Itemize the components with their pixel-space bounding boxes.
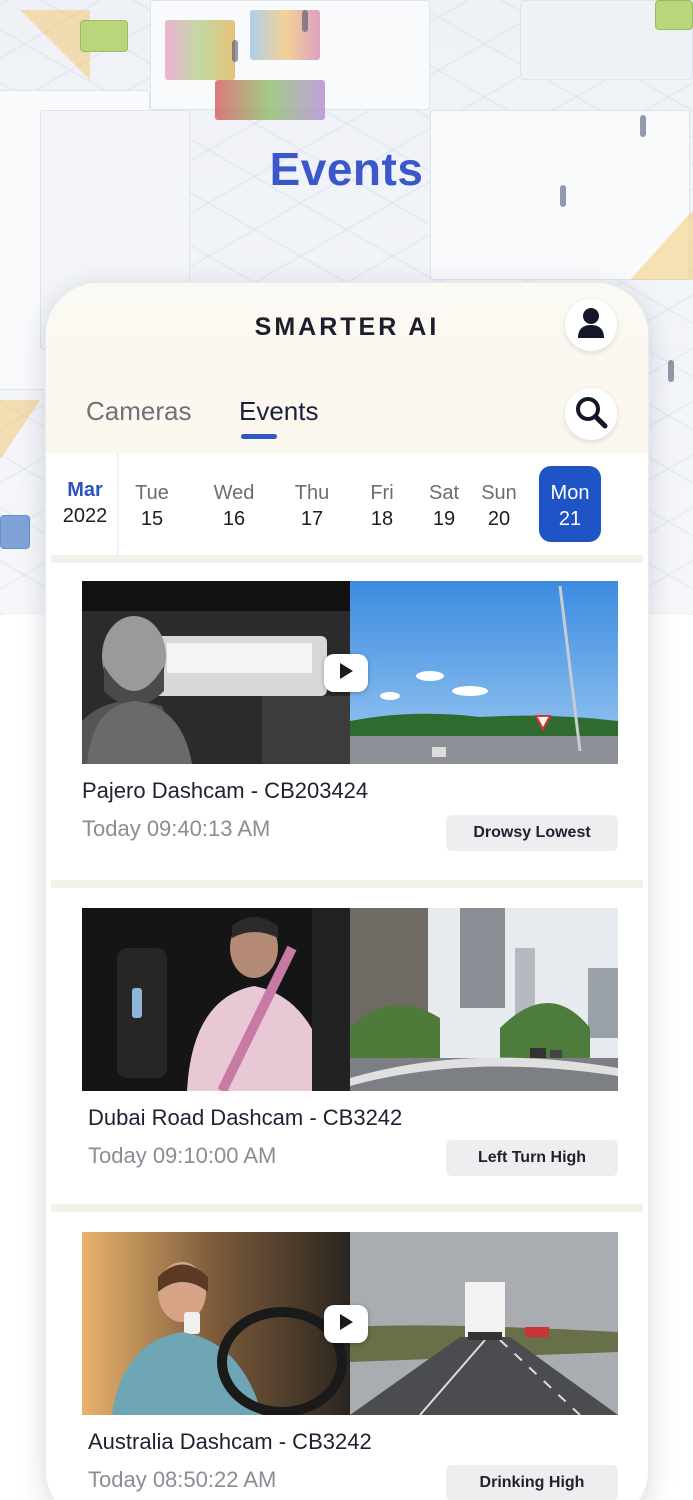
logo-text: SMARTER AI [254,313,440,341]
event-time: Today 08:50:22 AM [88,1467,277,1492]
cabin-camera-view [82,908,350,1091]
month-label[interactable]: Mar 2022 [51,453,119,555]
event-card[interactable]: Dubai Road Dashcam - CB3242 Today 09:10:… [51,888,643,1204]
event-type-badge: Left Turn High [446,1140,618,1176]
divider [51,880,643,888]
divider [51,1204,643,1212]
event-thumbnail[interactable] [82,1232,618,1415]
bg-camera-beam [630,210,693,280]
app-header: SMARTER AI Cameras Events [46,283,648,453]
day-thu[interactable]: Thu 17 [281,466,343,542]
event-thumbnail[interactable] [82,908,618,1091]
road-camera-view [350,908,618,1091]
brand-logo: SMARTER AI [46,313,648,342]
bg-person [668,360,674,382]
cabin-camera-view [82,1232,350,1415]
day-date: 18 [370,508,394,530]
day-name: Thu [294,482,330,504]
day-tue[interactable]: Tue 15 [121,466,183,542]
road-camera-view [350,1232,618,1415]
day-date: 21 [558,508,582,530]
day-sun[interactable]: Sun 20 [468,466,530,542]
month-name: Mar [67,479,103,501]
search-button[interactable] [565,388,617,440]
event-time: Today 09:40:13 AM [82,816,271,841]
event-type-badge: Drowsy Lowest [446,815,618,851]
user-icon [576,307,606,344]
day-name: Wed [213,482,255,504]
day-name: Tue [135,482,169,504]
tab-cameras[interactable]: Cameras [86,396,191,427]
event-type-badge: Drinking High [446,1465,618,1500]
page-title: Events [269,143,424,195]
profile-button[interactable] [565,299,617,351]
play-icon [338,1313,354,1336]
bg-car [655,0,693,30]
play-button[interactable] [324,654,368,692]
road-camera-view [350,581,618,764]
phone-frame: SMARTER AI Cameras Events Mar 2022 Tue 1… [46,283,648,1500]
cabin-camera-view [82,581,350,764]
event-title: Pajero Dashcam - CB203424 [82,778,369,803]
day-name: Sun [481,482,517,504]
month-year: 2022 [62,505,108,527]
divider [51,555,643,563]
bg-shelf [250,10,320,60]
day-name: Fri [370,482,394,504]
bg-camera-beam [0,400,40,460]
bg-car [0,515,30,549]
day-name: Sat [428,482,460,504]
event-title: Dubai Road Dashcam - CB3242 [88,1105,403,1130]
day-date: 19 [432,508,456,530]
date-strip: Mar 2022 Tue 15 Wed 16 Thu 17 Fri 18 Sat… [51,453,643,555]
active-tab-indicator [241,434,277,439]
day-date: 16 [222,508,246,530]
event-time: Today 09:10:00 AM [88,1143,277,1168]
play-icon [338,662,354,685]
bg-car [80,20,128,52]
event-card[interactable]: Pajero Dashcam - CB203424 Today 09:40:13… [51,563,643,879]
bg-person [232,40,238,62]
bg-shelf [165,20,235,80]
day-date: 17 [300,508,324,530]
day-fri[interactable]: Fri 18 [351,466,413,542]
day-wed[interactable]: Wed 16 [203,466,265,542]
bg-person [302,10,308,32]
bg-shelf [215,80,325,120]
play-button[interactable] [324,1305,368,1343]
day-date: 15 [140,508,164,530]
search-icon [574,395,608,434]
tab-events[interactable]: Events [239,396,319,427]
event-thumbnail[interactable] [82,581,618,764]
day-sat[interactable]: Sat 19 [413,466,475,542]
day-mon[interactable]: Mon 21 [539,466,601,542]
day-name: Mon [550,482,590,504]
day-date: 20 [487,508,511,530]
event-card[interactable]: Australia Dashcam - CB3242 Today 08:50:2… [51,1212,643,1500]
bg-person [640,115,646,137]
event-title: Australia Dashcam - CB3242 [88,1429,372,1454]
